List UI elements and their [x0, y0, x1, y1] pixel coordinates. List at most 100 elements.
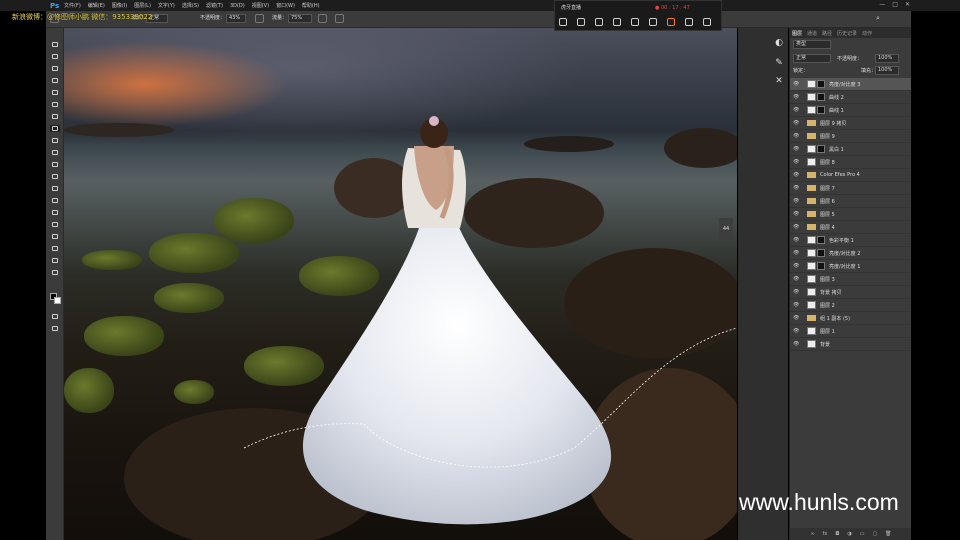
- visibility-eye-icon[interactable]: 👁: [793, 328, 802, 334]
- layer-row[interactable]: 👁 图层 8: [790, 156, 912, 169]
- layer-row[interactable]: 👁 色彩平衡 1: [790, 234, 912, 247]
- visibility-eye-icon[interactable]: 👁: [793, 224, 802, 230]
- layer-row[interactable]: 👁 亮度/对比度 3: [790, 78, 912, 91]
- new-group-icon[interactable]: ▭: [860, 531, 865, 537]
- opacity-input[interactable]: 43%: [226, 14, 246, 23]
- visibility-eye-icon[interactable]: 👁: [793, 159, 802, 165]
- menu-edit[interactable]: 编辑(E): [88, 2, 105, 9]
- eraser-tool-icon[interactable]: [50, 161, 60, 168]
- layer-mask-thumbnail[interactable]: [817, 236, 825, 244]
- camera-icon[interactable]: [577, 18, 585, 26]
- visibility-eye-icon[interactable]: 👁: [793, 107, 802, 113]
- brush-tool-icon[interactable]: [50, 125, 60, 132]
- menu-help[interactable]: 帮助(H): [302, 2, 320, 9]
- layer-mask-thumbnail[interactable]: [817, 80, 825, 88]
- menu-window[interactable]: 窗口(W): [276, 2, 295, 9]
- path-select-tool-icon[interactable]: [50, 233, 60, 240]
- flow-input[interactable]: 75%: [288, 14, 312, 23]
- pressure-size-icon[interactable]: [335, 14, 344, 23]
- shape-tool-icon[interactable]: [50, 245, 60, 252]
- close-button[interactable]: ✕: [905, 1, 910, 8]
- quick-select-tool-icon[interactable]: [50, 77, 60, 84]
- blend-mode-select[interactable]: 正常: [793, 54, 831, 63]
- blur-tool-icon[interactable]: [50, 185, 60, 192]
- layer-mask-thumbnail[interactable]: [817, 145, 825, 153]
- microphone-icon[interactable]: [631, 18, 639, 26]
- layer-row[interactable]: 👁 组 1 副本 (5): [790, 312, 912, 325]
- visibility-eye-icon[interactable]: 👁: [793, 198, 802, 204]
- settings-icon[interactable]: [703, 18, 711, 26]
- layer-mask-thumbnail[interactable]: [817, 106, 825, 114]
- dodge-tool-icon[interactable]: [50, 197, 60, 204]
- move-tool-icon[interactable]: [50, 41, 60, 48]
- visibility-eye-icon[interactable]: 👁: [793, 211, 802, 217]
- record-icon[interactable]: [667, 18, 675, 26]
- layer-row[interactable]: 👁 背景: [790, 338, 912, 351]
- add-mask-icon[interactable]: ◘: [835, 531, 839, 537]
- fx-icon[interactable]: fx: [823, 531, 828, 537]
- menu-filter[interactable]: 滤镜(T): [206, 2, 223, 9]
- visibility-eye-icon[interactable]: 👁: [793, 289, 802, 295]
- healing-tool-icon[interactable]: [50, 113, 60, 120]
- menu-image[interactable]: 图像(I): [112, 2, 127, 9]
- layer-row[interactable]: 👁 亮度/对比度 2: [790, 247, 912, 260]
- screen-mode-icon[interactable]: [50, 325, 60, 332]
- visibility-eye-icon[interactable]: 👁: [793, 172, 802, 178]
- visibility-eye-icon[interactable]: 👁: [793, 81, 802, 87]
- visibility-eye-icon[interactable]: 👁: [793, 263, 802, 269]
- layer-row[interactable]: 👁 图层 1: [790, 325, 912, 338]
- visibility-eye-icon[interactable]: 👁: [793, 133, 802, 139]
- tab-channels[interactable]: 通道: [807, 30, 817, 37]
- menu-view[interactable]: 视图(V): [252, 2, 269, 9]
- search-icon[interactable]: ⌕: [876, 14, 885, 23]
- maximize-button[interactable]: □: [892, 1, 898, 8]
- eyedropper-tool-icon[interactable]: [50, 101, 60, 108]
- menu-file[interactable]: 文件(F): [64, 2, 81, 9]
- color-panel-icon[interactable]: ◐: [772, 36, 786, 50]
- tab-history[interactable]: 历史记录: [837, 30, 857, 37]
- adjustment-layer-icon[interactable]: ◑: [847, 531, 851, 537]
- layer-mask-thumbnail[interactable]: [817, 93, 825, 101]
- document-canvas[interactable]: 44: [64, 28, 737, 540]
- layer-filter-select[interactable]: 类型: [793, 40, 831, 49]
- layer-row[interactable]: 👁 图层 9 拷贝: [790, 117, 912, 130]
- visibility-eye-icon[interactable]: 👁: [793, 120, 802, 126]
- layer-row[interactable]: 👁 图层 6: [790, 195, 912, 208]
- layer-row[interactable]: 👁 图层 9: [790, 130, 912, 143]
- menu-3d[interactable]: 3D(D): [230, 3, 245, 9]
- layer-row[interactable]: 👁 背景 拷贝: [790, 286, 912, 299]
- screen-share-icon[interactable]: [595, 18, 603, 26]
- mute-icon[interactable]: [649, 18, 657, 26]
- visibility-eye-icon[interactable]: 👁: [793, 315, 802, 321]
- gradient-tool-icon[interactable]: [50, 173, 60, 180]
- visibility-eye-icon[interactable]: 👁: [793, 185, 802, 191]
- layer-row[interactable]: 👁 图层 5: [790, 208, 912, 221]
- menu-layer[interactable]: 图层(L): [134, 2, 151, 9]
- delete-layer-icon[interactable]: 🗑: [885, 531, 891, 537]
- menu-type[interactable]: 文字(Y): [158, 2, 175, 9]
- link-layers-icon[interactable]: ∞: [810, 531, 814, 537]
- layer-mask-thumbnail[interactable]: [817, 262, 825, 270]
- quick-mask-icon[interactable]: [50, 313, 60, 320]
- crop-tool-icon[interactable]: [50, 89, 60, 96]
- hand-tool-icon[interactable]: [50, 257, 60, 264]
- minimize-button[interactable]: —: [879, 1, 885, 8]
- layer-row[interactable]: 👁 黑白 1: [790, 143, 912, 156]
- tab-actions[interactable]: 动作: [862, 30, 872, 37]
- layer-row[interactable]: 👁 Color Efex Pro 4: [790, 169, 912, 182]
- layer-opacity-input[interactable]: 100%: [875, 54, 899, 63]
- users-icon[interactable]: [685, 18, 693, 26]
- pen-tool-icon[interactable]: [50, 209, 60, 216]
- menu-select[interactable]: 选择(S): [182, 2, 199, 9]
- visibility-eye-icon[interactable]: 👁: [793, 250, 802, 256]
- layer-row[interactable]: 👁 图层 2: [790, 299, 912, 312]
- layer-row[interactable]: 👁 图层 3: [790, 273, 912, 286]
- tools-preset-icon[interactable]: ✕: [772, 74, 786, 88]
- visibility-eye-icon[interactable]: 👁: [793, 94, 802, 100]
- layer-mask-thumbnail[interactable]: [817, 249, 825, 257]
- layer-row[interactable]: 👁 图层 7: [790, 182, 912, 195]
- layer-row[interactable]: 👁 曲线 2: [790, 91, 912, 104]
- zoom-tool-icon[interactable]: [50, 269, 60, 276]
- visibility-eye-icon[interactable]: 👁: [793, 237, 802, 243]
- chat-icon[interactable]: [613, 18, 621, 26]
